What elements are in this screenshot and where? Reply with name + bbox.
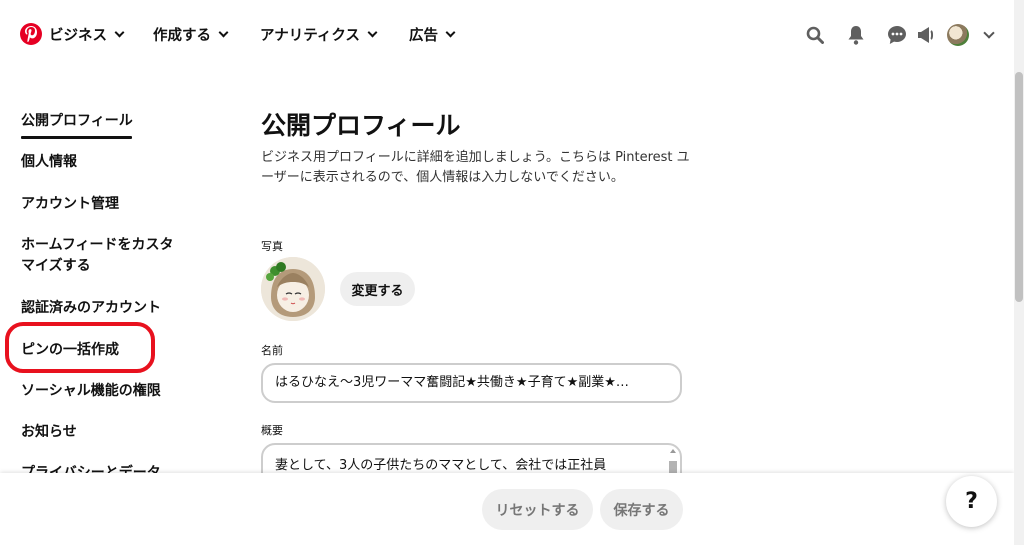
page-description: ビジネス用プロフィールに詳細を追加しましょう。こちらは Pinterest ユー…: [261, 150, 690, 185]
sidebar-item-claimed-accounts[interactable]: 認証済みのアカウント: [21, 298, 161, 319]
highlight-annotation: [5, 322, 155, 373]
sidebar-item-social-permissions[interactable]: ソーシャル機能の権限: [21, 381, 161, 402]
about-label: 概要: [261, 424, 283, 437]
save-button[interactable]: 保存する: [600, 489, 683, 530]
sidebar-item-account-management[interactable]: アカウント管理: [21, 194, 119, 215]
active-tab-indicator: [21, 136, 132, 139]
profile-photo: [261, 257, 325, 321]
pinterest-logo-icon[interactable]: [20, 23, 42, 45]
top-nav: ビジネス 作成する アナリティクス 広告: [0, 0, 1014, 68]
photo-label: 写真: [261, 240, 283, 253]
chevron-down-icon: [367, 27, 378, 37]
page-scrollbar[interactable]: [1014, 0, 1024, 545]
create-menu[interactable]: 作成する: [153, 22, 229, 46]
help-button[interactable]: ?: [946, 476, 997, 527]
name-label: 名前: [261, 344, 283, 357]
chevron-down-icon: [218, 27, 229, 37]
reset-button[interactable]: リセットする: [482, 489, 593, 530]
sidebar-item-personal-info[interactable]: 個人情報: [21, 152, 77, 173]
name-input[interactable]: はるひなえ〜3児ワーママ奮闘記★共働き★子育て★副業★…: [261, 363, 682, 403]
about-text: 妻として、3人の子供たちのママとして、会社では正社員: [275, 458, 607, 473]
analytics-label: アナリティクス: [260, 27, 360, 44]
sidebar-item-home-feed[interactable]: ホームフィードをカスタマイズする: [21, 235, 181, 277]
avatar[interactable]: [947, 24, 969, 46]
business-label: ビジネス: [49, 27, 107, 44]
messages-icon[interactable]: [886, 24, 908, 46]
create-label: 作成する: [153, 27, 211, 44]
page-title: 公開プロフィール: [261, 111, 461, 140]
chevron-down-icon: [114, 27, 125, 37]
chevron-down-icon[interactable]: [983, 27, 995, 39]
megaphone-icon[interactable]: [916, 24, 938, 46]
analytics-menu[interactable]: アナリティクス: [260, 22, 378, 46]
ads-menu[interactable]: 広告: [409, 22, 456, 46]
sidebar-item-public-profile[interactable]: 公開プロフィール: [21, 111, 133, 132]
sidebar-item-notifications[interactable]: お知らせ: [21, 422, 77, 443]
business-menu[interactable]: ビジネス: [49, 22, 125, 46]
action-footer: リセットする 保存する ?: [0, 473, 1014, 545]
scroll-up-arrow-icon[interactable]: [670, 449, 676, 453]
change-photo-button[interactable]: 変更する: [340, 272, 415, 306]
bell-icon[interactable]: [845, 24, 867, 46]
ads-label: 広告: [409, 27, 438, 44]
scrollbar-thumb[interactable]: [1015, 72, 1023, 302]
search-icon[interactable]: [804, 24, 826, 46]
chevron-down-icon: [445, 27, 456, 37]
